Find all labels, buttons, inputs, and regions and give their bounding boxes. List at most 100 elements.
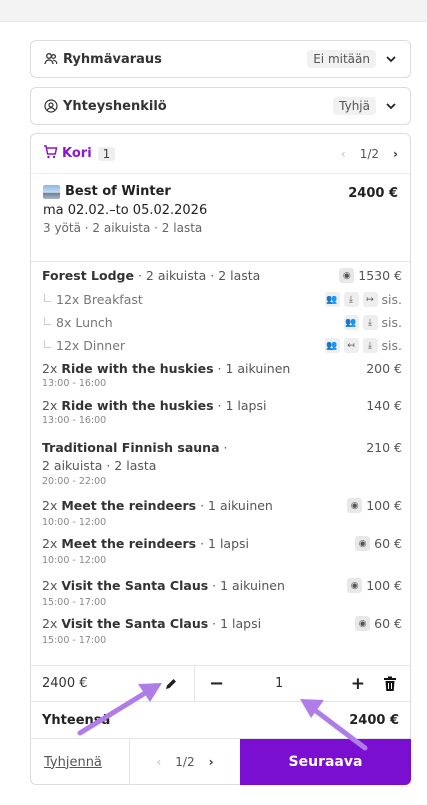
list-item[interactable]: 2x Ride with the huskies · 1 aikuinen 20… [42,361,402,389]
pencil-icon[interactable] [164,677,178,691]
cart-icon [43,144,58,163]
package-dates: ma 02.02.–to 05.02.2026 [43,203,208,218]
chevron-down-icon [384,52,398,66]
list-item[interactable]: 2x Meet the reindeers · 1 lapsi ◉ 60 € 10… [42,536,402,566]
cart-total: Yhteensä 2400 € [30,702,411,738]
item-detail: · [219,440,228,455]
next-page-button[interactable]: › [393,147,398,161]
prev-page-button[interactable]: ‹ [156,755,161,769]
line-price-editor: 2400 € [30,666,195,701]
info-icon[interactable]: ◉ [355,536,371,551]
package-summary: Best of Winter 2400 € ma 02.02.–to 05.02… [31,174,410,262]
item-price: sis. [381,292,402,307]
chevron-down-icon [384,99,398,113]
item-detail: · 1 lapsi [208,616,262,631]
item-qty: 2x [42,616,62,631]
item-price: 100 € [366,578,402,593]
item-detail: · 1 lapsi [196,536,249,551]
group-booking-select[interactable]: Ryhmävaraus Ei mitään [30,40,411,78]
total-label: Yhteensä [42,712,111,728]
item-detail: · 1 lapsi [213,398,267,413]
people-icon[interactable]: 👥 [324,338,340,353]
item-time: 10:00 - 12:00 [42,555,107,566]
cart-footer: Tyhjennä ‹ 1/2 › Seuraava [30,738,411,785]
list-item[interactable]: 2x Ride with the huskies · 1 lapsi 140 €… [42,398,402,426]
item-time: 20:00 - 22:00 [42,476,107,487]
people-icon[interactable]: 👥 [343,315,359,330]
list-item[interactable]: Forest Lodge · 2 aikuista · 2 lasta ◉ 15… [42,268,402,283]
package-title: Best of Winter [43,184,398,199]
cart-pager: ‹ 1/2 › [341,147,398,161]
item-time: 15:00 - 17:00 [42,635,107,646]
item-qty: 2x [42,498,62,513]
package-meta: 3 yötä · 2 aikuista · 2 lasta [43,221,203,235]
decrement-button[interactable]: − [209,673,229,694]
footer-pager: ‹ 1/2 › [130,739,240,785]
download-icon[interactable]: ⤓ [343,292,359,307]
arrow-left-icon[interactable]: ↤ [343,338,359,353]
item-price: 60 € [374,536,402,551]
item-detail: · 2 aikuista · 2 lasta [133,268,261,283]
item-detail: · 1 aikuinen [208,578,285,593]
group-icon [43,51,59,67]
item-detail: · 1 aikuinen [196,498,273,513]
list-item[interactable]: Traditional Finnish sauna · 210 € 2 aiku… [42,440,402,487]
item-price: 1530 € [358,268,402,283]
item-name: Visit the Santa Claus [61,578,209,593]
list-item[interactable]: 12x Breakfast 👥 ⤓ ↦ sis. [42,292,402,307]
item-name: Traditional Finnish sauna [42,440,220,455]
list-item[interactable]: 2x Visit the Santa Claus · 1 lapsi ◉ 60 €… [42,616,402,646]
next-button[interactable]: Seuraava [240,739,411,785]
item-time: 13:00 - 16:00 [42,415,107,426]
list-item[interactable]: 12x Dinner 👥 ↤ ⤓ sis. [42,338,402,353]
item-time: 10:00 - 12:00 [42,517,107,528]
list-item[interactable]: 2x Visit the Santa Claus · 1 aikuinen ◉ 1… [42,578,402,608]
info-icon[interactable]: ◉ [347,578,363,593]
page-indicator: 1/2 [359,146,380,161]
trash-icon[interactable] [383,676,397,692]
item-qty: 2x [42,536,62,551]
package-price: 2400 € [348,186,398,201]
item-qty: 2x [42,361,62,376]
cart-count-badge: 1 [97,146,116,161]
item-detail: · 1 aikuinen [213,361,291,376]
item-qty: 2x [42,398,62,413]
edit-bar: 2400 € − 1 + [30,665,411,702]
prev-page-button[interactable]: ‹ [341,147,346,161]
group-booking-value: Ei mitään [307,50,376,68]
item-detail: 2 aikuista · 2 lasta [42,458,157,473]
item-price: sis. [381,315,402,330]
quantity-stepper: − 1 + [195,666,411,701]
item-name: 12x Breakfast [56,292,143,307]
clear-button[interactable]: Tyhjennä [30,739,130,785]
item-time: 13:00 - 16:00 [42,378,107,389]
item-name: 8x Lunch [56,315,113,330]
cart-header: Kori 1 ‹ 1/2 › [31,134,410,174]
list-item[interactable]: 2x Meet the reindeers · 1 aikuinen ◉ 100 … [42,498,402,528]
download-icon[interactable]: ⤓ [362,315,378,330]
package-name: Best of Winter [65,184,171,199]
item-name: Ride with the huskies [61,398,214,413]
arrow-right-icon[interactable]: ↦ [362,292,378,307]
top-shade [0,0,427,22]
quantity-value[interactable]: 1 [275,676,283,691]
people-icon[interactable]: 👥 [324,292,340,307]
next-page-button[interactable]: › [209,755,214,769]
list-item[interactable]: 8x Lunch 👥 ⤓ sis. [42,315,402,330]
info-icon[interactable]: ◉ [347,498,363,513]
page-indicator: 1/2 [175,755,195,769]
group-booking-label: Ryhmävaraus [63,51,162,67]
contact-icon [43,98,59,114]
item-price: 140 € [366,398,402,413]
contact-select[interactable]: Yhteyshenkilö Tyhjä [30,87,411,125]
increment-button[interactable]: + [351,674,365,694]
total-value: 2400 € [349,712,399,728]
cart-label: Kori [62,146,92,161]
item-name: Forest Lodge [42,268,134,283]
info-icon[interactable]: ◉ [355,616,371,631]
item-price: 60 € [374,616,402,631]
item-name: Meet the reindeers [61,536,197,551]
download-icon[interactable]: ⤓ [362,338,378,353]
item-price: sis. [381,338,402,353]
info-icon[interactable]: ◉ [339,268,355,283]
